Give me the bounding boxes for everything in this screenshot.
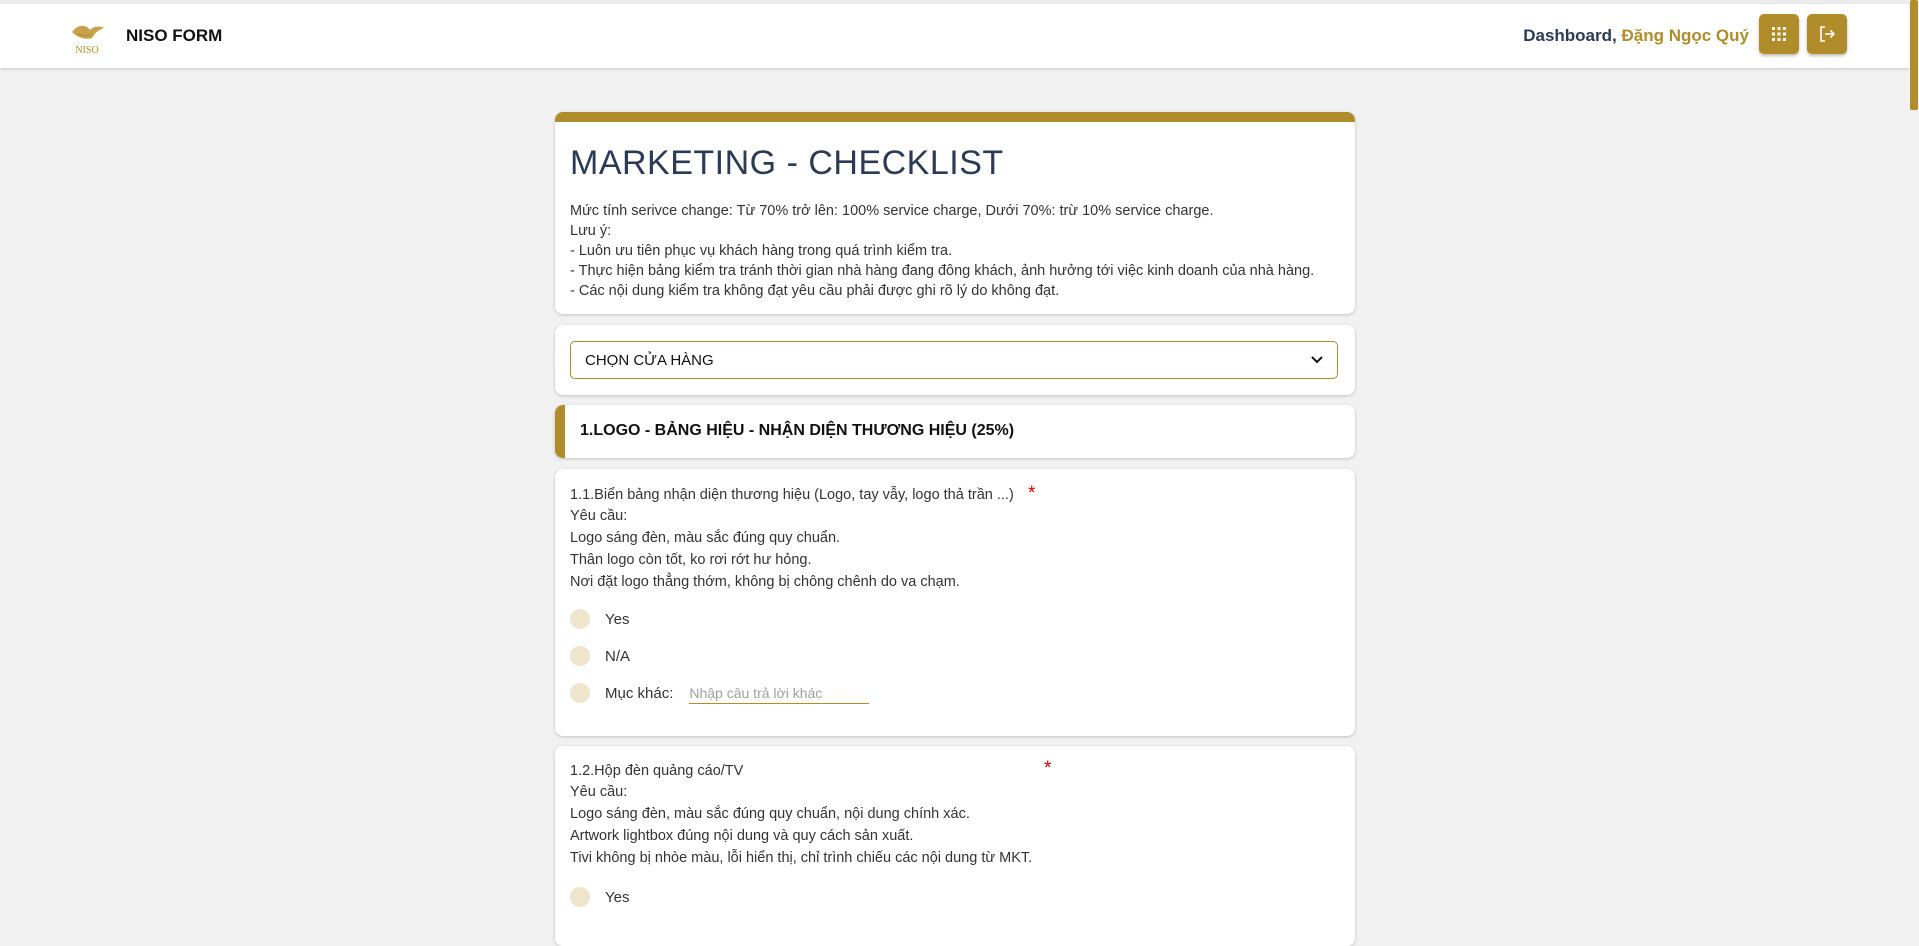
option-label: Mục khác: xyxy=(605,684,674,702)
grid-icon xyxy=(1772,27,1786,41)
radio-button[interactable] xyxy=(570,683,590,703)
logout-icon xyxy=(1820,26,1836,42)
section-header-card: 1.LOGO - BẢNG HIỆU - NHẬN DIỆN THƯƠNG HI… xyxy=(555,405,1355,458)
requirement-line: Tivi không bị nhòe màu, lỗi hiển thị, ch… xyxy=(570,850,1033,866)
brand-name: NISO FORM xyxy=(126,26,223,45)
option-na[interactable]: N/A xyxy=(570,645,630,667)
required-asterisk: * xyxy=(1044,758,1052,779)
requirement-line: Yêu cầu: xyxy=(570,508,628,524)
question-card: 1.1.Biển bảng nhận diện thương hiệu (Log… xyxy=(555,469,1355,736)
section-title: 1.LOGO - BẢNG HIỆU - NHẬN DIỆN THƯƠNG HI… xyxy=(580,422,1015,439)
form-description: Mức tính serivce change: Từ 70% trở lên:… xyxy=(570,201,1314,301)
chevron-down-icon xyxy=(1311,356,1323,364)
description-line: - Các nội dung kiểm tra không đạt yêu cầ… xyxy=(570,283,1060,299)
question-requirements: Yêu cầu: Logo sáng đèn, màu sắc đúng quy… xyxy=(570,505,960,593)
option-yes[interactable]: Yes xyxy=(570,886,629,908)
section-accent-strip xyxy=(555,405,565,458)
option-other[interactable]: Mục khác: xyxy=(570,682,870,704)
user-name[interactable]: Đặng Ngọc Quý xyxy=(1621,26,1749,45)
other-answer-input[interactable] xyxy=(689,682,870,704)
apps-button[interactable] xyxy=(1759,14,1799,54)
user-greeting: Dashboard, Đặng Ngọc Quý xyxy=(1523,26,1749,46)
form-header-card: MARKETING - CHECKLIST Mức tính serivce c… xyxy=(555,112,1355,314)
option-label: Yes xyxy=(605,888,630,906)
store-select[interactable]: CHỌN CỬA HÀNG xyxy=(570,341,1338,379)
question-title: 1.1.Biển bảng nhận diện thương hiệu (Log… xyxy=(570,487,1014,503)
requirement-line: Logo sáng đèn, màu sắc đúng quy chuẩn. xyxy=(570,530,841,546)
accent-strip xyxy=(555,112,1355,122)
requirement-line: Logo sáng đèn, màu sắc đúng quy chuẩn, n… xyxy=(570,806,970,822)
question-title: 1.2.Hộp đèn quảng cáo/TV xyxy=(570,763,744,779)
radio-button[interactable] xyxy=(570,887,590,907)
option-yes[interactable]: Yes xyxy=(570,608,629,630)
option-label: Yes xyxy=(605,610,630,628)
store-select-card: CHỌN CỬA HÀNG xyxy=(555,325,1355,395)
description-line: Lưu ý: xyxy=(570,223,612,239)
bird-logo-icon: NISO xyxy=(72,25,104,56)
logout-button[interactable] xyxy=(1807,14,1847,54)
question-requirements: Yêu cầu: Logo sáng đèn, màu sắc đúng quy… xyxy=(570,781,1032,869)
page-scrollbar[interactable] xyxy=(1909,0,1919,907)
radio-button[interactable] xyxy=(570,609,590,629)
form-title: MARKETING - CHECKLIST xyxy=(570,144,1004,182)
question-card: 1.2.Hộp đèn quảng cáo/TV * Yêu cầu: Logo… xyxy=(555,746,1355,946)
scrollbar-thumb[interactable] xyxy=(1910,0,1918,110)
description-line: Mức tính serivce change: Từ 70% trở lên:… xyxy=(570,203,1214,219)
top-bar: NISO NISO FORM Dashboard, Đặng Ngọc Quý xyxy=(0,0,1909,68)
niso-logo[interactable]: NISO xyxy=(66,18,108,56)
required-asterisk: * xyxy=(1028,483,1036,504)
requirement-line: Thân logo còn tốt, ko rơi rớt hư hỏng. xyxy=(570,552,812,568)
requirement-line: Yêu cầu: xyxy=(570,784,628,800)
description-line: - Thực hiện bảng kiểm tra tránh thời gia… xyxy=(570,263,1315,279)
description-line: - Luôn ưu tiên phục vụ khách hàng trong … xyxy=(570,243,953,259)
store-select-value: CHỌN CỬA HÀNG xyxy=(585,351,714,369)
dashboard-link[interactable]: Dashboard, xyxy=(1523,26,1617,45)
svg-text:NISO: NISO xyxy=(75,45,98,56)
radio-button[interactable] xyxy=(570,646,590,666)
requirement-line: Nơi đặt logo thẳng thớm, không bị chông … xyxy=(570,574,960,590)
requirement-line: Artwork lightbox đúng nội dung và quy cá… xyxy=(570,828,914,844)
option-label: N/A xyxy=(605,647,631,665)
